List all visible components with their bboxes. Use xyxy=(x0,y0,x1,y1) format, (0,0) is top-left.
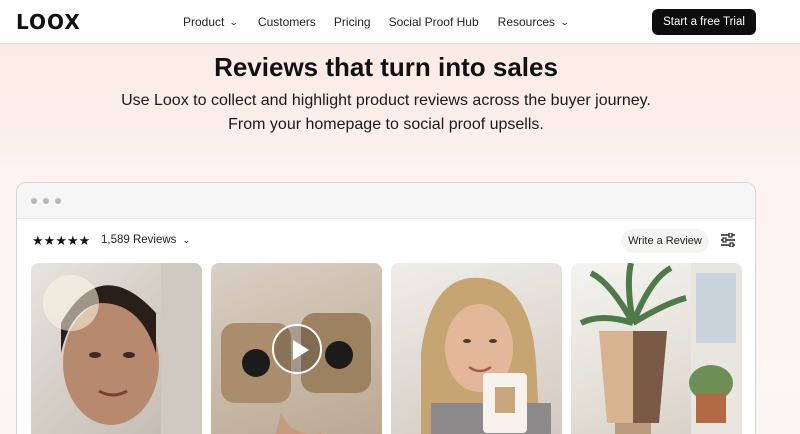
nav-customers[interactable]: Customers xyxy=(258,15,316,29)
top-navigation: LOOX Product ⌄ Customers Pricing Social … xyxy=(0,0,800,44)
write-review-button[interactable]: Write a Review xyxy=(621,229,709,253)
nav-resources-label: Resources xyxy=(497,15,556,29)
review-video-card[interactable] xyxy=(211,263,382,434)
window-dot-icon xyxy=(55,198,61,204)
chevron-down-icon: ⌄ xyxy=(229,16,240,27)
play-button-icon[interactable] xyxy=(272,324,322,374)
nav-customers-label: Customers xyxy=(257,15,316,29)
review-photo-card[interactable] xyxy=(391,263,562,434)
photo-woman-portrait-icon xyxy=(43,263,202,434)
star-icon: ★ xyxy=(78,233,91,248)
chevron-down-icon: ⌄ xyxy=(559,16,570,27)
nav-product[interactable]: Product ⌄ xyxy=(183,15,240,29)
nav-social-proof-hub[interactable]: Social Proof Hub xyxy=(389,15,479,29)
hero-subtitle-line2: From your homepage to social proof upsel… xyxy=(228,116,544,133)
loox-logo[interactable]: LOOX xyxy=(16,10,81,34)
hero-subtitle: Use Loox to collect and highlight produc… xyxy=(0,89,772,137)
hero-title: Reviews that turn into sales xyxy=(214,52,558,82)
star-icon: ★ xyxy=(32,233,44,248)
filter-sliders-icon[interactable] xyxy=(720,233,736,247)
review-photo-card[interactable] xyxy=(31,263,202,434)
browser-title-bar xyxy=(17,183,755,219)
star-icon: ★ xyxy=(66,233,79,248)
reviews-widget-header: ★ ★ ★ ★ ★ 1,589 Reviews ⌄ Write a Review xyxy=(17,219,755,263)
main-nav: Product ⌄ Customers Pricing Social Proof… xyxy=(183,0,570,44)
review-count-dropdown[interactable]: 1,589 Reviews ⌄ xyxy=(101,234,190,246)
photo-plant-pot-icon xyxy=(579,263,742,434)
photo-woman-mug-icon xyxy=(421,277,551,434)
browser-mockup: ★ ★ ★ ★ ★ 1,589 Reviews ⌄ Write a Review xyxy=(16,182,756,434)
review-photo-card[interactable] xyxy=(571,263,742,434)
nav-social-proof-hub-label: Social Proof Hub xyxy=(388,15,479,29)
nav-pricing[interactable]: Pricing xyxy=(334,15,371,29)
window-dot-icon xyxy=(31,198,37,204)
star-icon: ★ xyxy=(55,233,67,248)
start-free-trial-button[interactable]: Start a free Trial xyxy=(652,9,756,35)
hero-subtitle-line1: Use Loox to collect and highlight produc… xyxy=(121,92,651,109)
nav-resources[interactable]: Resources ⌄ xyxy=(497,15,570,29)
nav-pricing-label: Pricing xyxy=(333,15,371,29)
star-icon: ★ xyxy=(43,233,56,248)
window-dot-icon xyxy=(43,198,49,204)
chevron-down-icon: ⌄ xyxy=(182,234,190,245)
star-rating: ★ ★ ★ ★ ★ xyxy=(32,234,90,247)
review-count-label: 1,589 Reviews xyxy=(101,234,177,246)
nav-product-label: Product xyxy=(183,15,225,29)
